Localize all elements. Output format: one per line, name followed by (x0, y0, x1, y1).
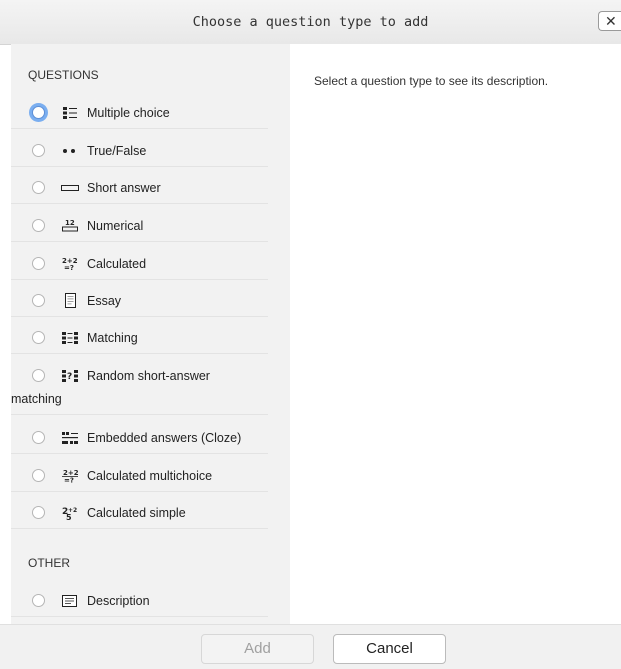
randomsamatch-icon: ? (61, 369, 79, 383)
radio-random-short-answer-matching[interactable] (32, 369, 45, 382)
option-label: Calculated simple (87, 506, 186, 520)
radio-calculated-multichoice[interactable] (32, 469, 45, 482)
option-label: Calculated multichoice (87, 469, 213, 483)
svg-text:5: 5 (66, 513, 72, 520)
description-panel: Select a question type to see its descri… (290, 44, 621, 624)
calculated-icon: 2+2 =? (61, 257, 79, 271)
radio-calculated-simple[interactable] (32, 506, 45, 519)
option-multiple-choice[interactable]: Multiple choice (11, 97, 268, 129)
option-label: Description (87, 594, 150, 608)
question-type-dialog: Choose a question type to add ✕ QUESTION… (0, 0, 621, 669)
svg-text:?: ? (67, 372, 72, 382)
option-matching[interactable]: Matching (11, 322, 268, 354)
calculatedsimple-icon: 2 +2 5 (61, 506, 79, 520)
option-description[interactable]: Description (11, 585, 268, 617)
cloze-icon (61, 431, 79, 445)
option-numerical[interactable]: 12 Numerical (11, 210, 268, 242)
category-questions-heading: QUESTIONS (28, 68, 99, 82)
option-embedded-answers-cloze[interactable]: Embedded answers (Cloze) (11, 422, 268, 454)
option-calculated-simple[interactable]: 2 +2 5 Calculated simple (11, 497, 268, 529)
matching-icon (61, 331, 79, 345)
option-label-line2: matching (11, 392, 62, 406)
svg-text:=?: =? (64, 264, 74, 271)
numerical-icon: 12 (61, 219, 79, 233)
dialog-title: Choose a question type to add (192, 14, 429, 30)
option-essay[interactable]: Essay (11, 285, 268, 317)
radio-numerical[interactable] (32, 219, 45, 232)
radio-cloze[interactable] (32, 431, 45, 444)
option-label: True/False (87, 144, 147, 158)
dialog-footer: Add Cancel (0, 624, 621, 669)
description-placeholder: Select a question type to see its descri… (314, 74, 549, 88)
svg-text:=?: =? (64, 477, 74, 484)
radio-essay[interactable] (32, 294, 45, 307)
option-short-answer[interactable]: Short answer (11, 172, 268, 204)
dialog-header: Choose a question type to add ✕ (0, 0, 621, 45)
close-button[interactable]: ✕ (598, 11, 621, 31)
option-label: Calculated (87, 257, 147, 271)
option-label: Short answer (87, 181, 161, 195)
radio-calculated[interactable] (32, 257, 45, 270)
radio-matching[interactable] (32, 331, 45, 344)
radio-multiple-choice[interactable] (32, 106, 45, 119)
multichoice-icon (61, 106, 79, 120)
radio-description[interactable] (32, 594, 45, 607)
option-true-false[interactable]: True/False (11, 135, 268, 167)
option-label: Numerical (87, 219, 144, 233)
add-button[interactable]: Add (201, 634, 314, 664)
calculatedmulti-icon: 2+2 =? (61, 469, 79, 483)
option-label: Embedded answers (Cloze) (87, 431, 242, 445)
shortanswer-icon (61, 181, 79, 195)
category-other-heading: OTHER (28, 556, 70, 570)
option-label: Multiple choice (87, 106, 170, 120)
option-random-short-answer-matching[interactable]: ? Random short-answer matching (11, 360, 268, 415)
essay-icon (61, 293, 79, 308)
option-label: Matching (87, 331, 138, 345)
cancel-button[interactable]: Cancel (333, 634, 446, 664)
radio-short-answer[interactable] (32, 181, 45, 194)
truefalse-icon (61, 144, 79, 158)
option-label: Essay (87, 294, 122, 308)
option-label: Random short-answer (87, 369, 210, 383)
option-calculated-multichoice[interactable]: 2+2 =? Calculated multichoice (11, 460, 268, 492)
description-icon (61, 594, 79, 608)
close-icon: ✕ (605, 13, 617, 29)
radio-true-false[interactable] (32, 144, 45, 157)
svg-text:12: 12 (65, 219, 75, 227)
option-calculated[interactable]: 2+2 =? Calculated (11, 248, 268, 280)
